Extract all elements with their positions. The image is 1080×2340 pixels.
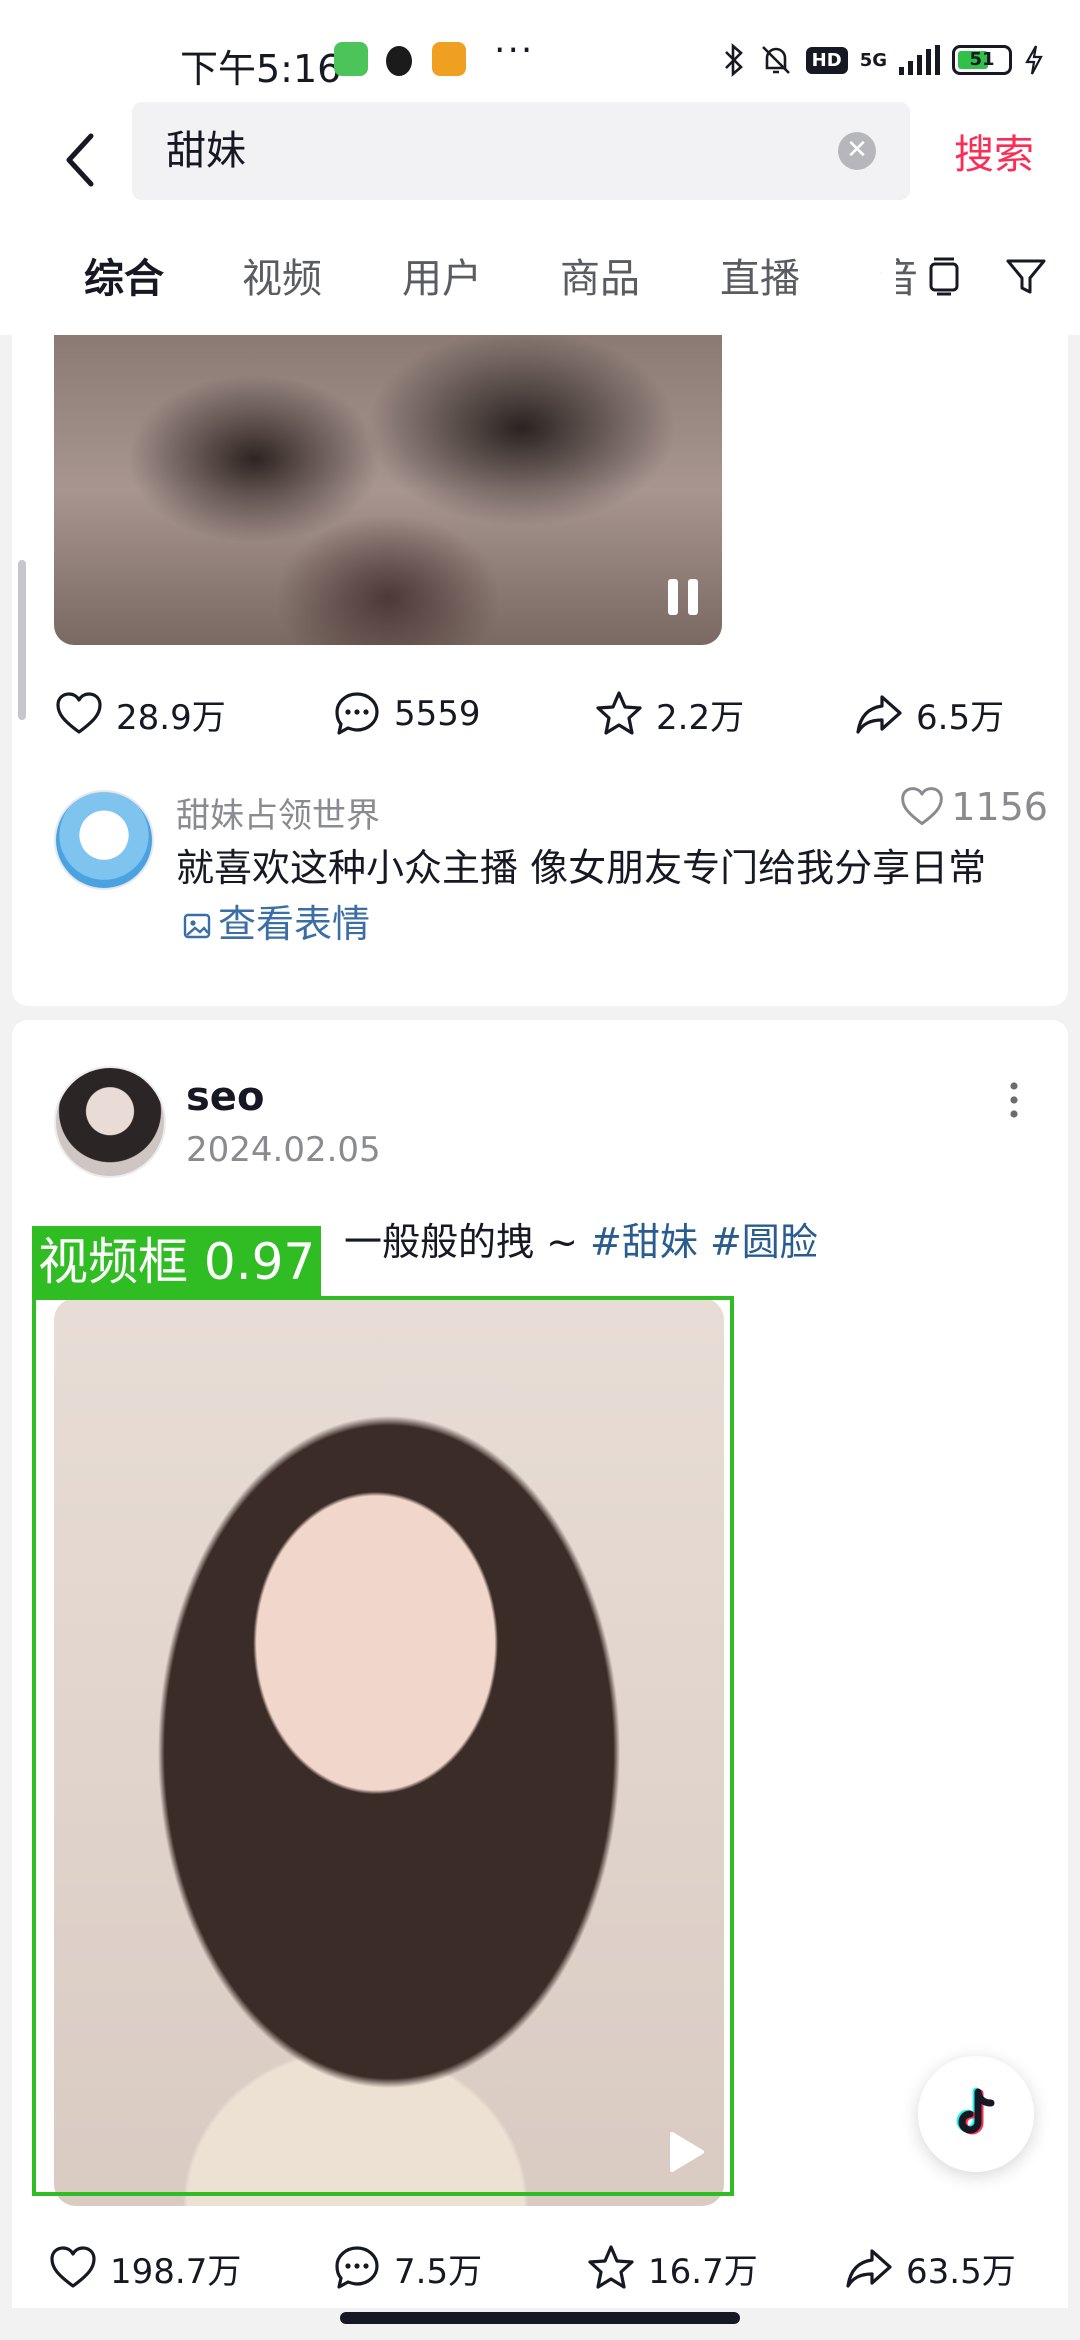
tab-general[interactable]: 综合 (84, 246, 164, 304)
star-icon (588, 2245, 634, 2289)
bell-muted-icon (761, 46, 790, 74)
like-count: 198.7万 (110, 2251, 242, 2292)
comment-like-button[interactable]: 1156 (899, 784, 1048, 830)
share-button[interactable]: 6.5万 (854, 684, 1004, 744)
tab-list-icon[interactable] (922, 254, 966, 298)
post-1-actions: 28.9万 5559 2.2万 6.5万 (12, 684, 1068, 744)
network-type: 5G (859, 49, 887, 71)
search-button[interactable]: 搜索 (954, 122, 1034, 180)
image-icon (183, 913, 211, 939)
hashtag-link[interactable]: #甜妹 (590, 1220, 698, 1264)
post-date: 2024.02.05 (186, 1130, 381, 1170)
58-app-icon (432, 42, 466, 76)
comment-icon (335, 692, 379, 735)
status-bar: 下午5:16 ··· HD 5G 51 (0, 0, 1080, 100)
author-name[interactable]: seo (186, 1074, 264, 1120)
commenter-username[interactable]: 甜妹占领世界 (176, 788, 380, 837)
comment-button[interactable]: 5559 (332, 684, 481, 744)
video-player-1[interactable] (54, 335, 722, 645)
favorite-button[interactable]: 16.7万 (586, 2238, 758, 2298)
tab-live[interactable]: 直播 (720, 246, 800, 304)
filter-icon[interactable] (1004, 254, 1048, 298)
comment-body: 就喜欢这种小众主播 像女朋友专门给我分享日常 查看表情 (176, 840, 1036, 952)
battery-level: 51 (969, 49, 995, 70)
view-sticker-label: 查看表情 (218, 902, 371, 946)
status-time: 下午5:16 (180, 47, 342, 91)
comment-text: 就喜欢这种小众主播 像女朋友专门给我分享日常 (176, 846, 987, 890)
result-card-1: 28.9万 5559 2.2万 6.5万 甜妹占领世界 1156 就喜欢这种小众… (12, 300, 1068, 1006)
signal-icon (899, 45, 940, 75)
star-icon (596, 691, 642, 735)
douyin-logo-icon (956, 2087, 995, 2135)
comment-like-count: 1156 (951, 785, 1048, 829)
like-button[interactable]: 198.7万 (48, 2238, 241, 2298)
clear-search-button[interactable]: ✕ (838, 132, 876, 170)
tab-products[interactable]: 商品 (560, 246, 640, 304)
home-indicator[interactable] (340, 2312, 740, 2324)
chevron-left-icon (66, 133, 94, 187)
qq-penguin-icon (386, 46, 412, 76)
bluetooth-icon (724, 43, 743, 77)
search-input[interactable]: 甜妹 (166, 102, 246, 200)
more-options-icon[interactable] (1006, 1078, 1022, 1122)
detection-label: 视频框 0.97 (32, 1226, 322, 1298)
charging-icon (1025, 45, 1043, 75)
pause-icon[interactable] (666, 575, 702, 619)
status-more-icon: ··· (494, 30, 535, 71)
hd-badge: HD (805, 46, 848, 74)
share-button[interactable]: 63.5万 (844, 2238, 1016, 2298)
douyin-float-button[interactable] (918, 2056, 1034, 2172)
favorite-button[interactable]: 2.2万 (594, 684, 744, 744)
share-arrow-icon (856, 695, 902, 734)
search-box[interactable]: 甜妹 ✕ (132, 102, 910, 200)
detection-box (32, 1296, 734, 2196)
back-button[interactable] (50, 118, 110, 202)
author-avatar[interactable] (54, 1066, 166, 1178)
commenter-avatar[interactable] (54, 790, 154, 890)
heart-icon (50, 2246, 96, 2288)
favorite-count: 16.7万 (648, 2251, 758, 2292)
tab-users[interactable]: 用户 (402, 246, 482, 304)
heart-icon (56, 692, 102, 734)
status-right-group: HD 5G 51 (722, 40, 1044, 80)
comment-button[interactable]: 7.5万 (332, 2238, 482, 2298)
favorite-count: 2.2万 (656, 697, 745, 738)
comment-count: 5559 (394, 694, 481, 734)
post-2-actions: 198.7万 7.5万 16.7万 63.5万 (12, 2238, 1068, 2298)
battery-icon: 51 (952, 45, 1012, 75)
comment-count: 7.5万 (394, 2251, 483, 2292)
like-button[interactable]: 28.9万 (54, 684, 226, 744)
comment-icon (335, 2246, 379, 2289)
share-count: 63.5万 (906, 2251, 1016, 2292)
hashtag-link[interactable]: #圆脸 (710, 1220, 818, 1264)
share-count: 6.5万 (916, 697, 1005, 738)
heart-icon (901, 787, 944, 826)
tab-videos[interactable]: 视频 (242, 246, 322, 304)
view-sticker-link[interactable]: 查看表情 (176, 902, 370, 946)
caption-text: 一般般的拽 ~ (344, 1220, 590, 1264)
scrollbar[interactable] (18, 560, 26, 720)
share-arrow-icon (846, 2249, 892, 2288)
like-count: 28.9万 (116, 697, 226, 738)
cat-app-icon (334, 42, 368, 76)
search-header: 甜妹 ✕ 搜索 (0, 100, 1080, 220)
